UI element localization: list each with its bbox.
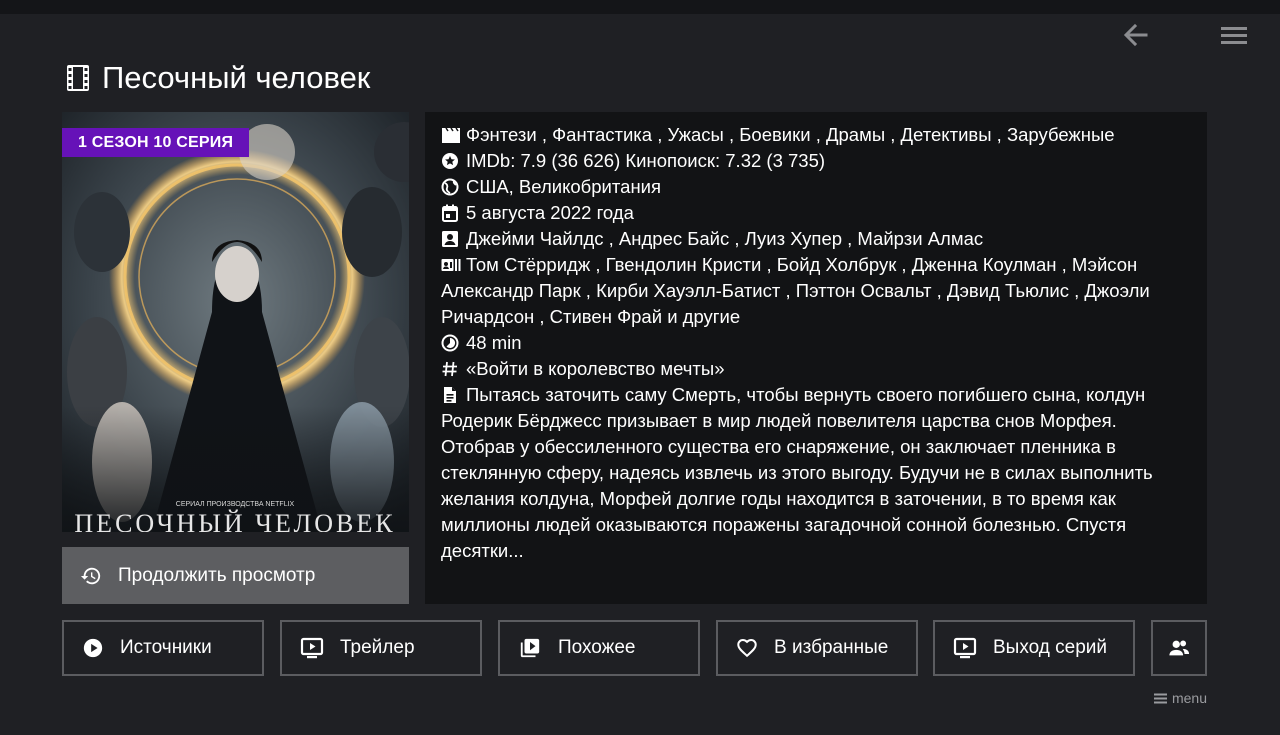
duration-row: 48 min	[441, 330, 1191, 356]
episodes-label: Выход серий	[993, 637, 1107, 658]
film-icon	[67, 65, 89, 91]
cast-text: Том Стёрридж , Гвендолин Кристи , Бойд Х…	[441, 254, 1150, 327]
release-date-row: 5 августа 2022 года	[441, 200, 1191, 226]
video-screen-icon	[300, 637, 324, 659]
ratings-text: IMDb: 7.9 (36 626) Кинопоиск: 7.32 (3 73…	[466, 150, 826, 171]
history-icon	[80, 567, 101, 584]
sources-label: Источники	[120, 637, 212, 658]
countries-text: США, Великобритания	[466, 176, 662, 197]
description-text: Пытаясь заточить саму Смерть, чтобы верн…	[441, 384, 1153, 561]
tagline-row: «Войти в королевство мечты»	[441, 356, 1191, 382]
poster-credit: СЕРИАЛ ПРОИЗВОДСТВА NETFLIX	[176, 501, 295, 508]
star-circle-icon	[442, 153, 458, 169]
hamburger-menu-button[interactable]	[1219, 22, 1249, 48]
trailer-button[interactable]: Трейлер	[280, 620, 482, 676]
episodes-schedule-button[interactable]: Выход серий	[933, 620, 1135, 676]
genres-text: Фэнтези , Фантастика , Ужасы , Боевики ,…	[466, 124, 1115, 145]
duration-text: 48 min	[466, 332, 522, 353]
similar-button[interactable]: Похожее	[498, 620, 700, 676]
sources-button[interactable]: Источники	[62, 620, 264, 676]
page-title: Песочный человек	[102, 60, 371, 95]
timelapse-icon	[441, 334, 459, 352]
video-library-icon	[520, 638, 540, 658]
calendar-icon	[442, 204, 458, 222]
poster-title: ПЕСОЧНЫЙ ЧЕЛОВЕК	[74, 509, 395, 532]
directors-row: Джейми Чайлдс , Андрес Байс , Луиз Хупер…	[441, 226, 1191, 252]
similar-label: Похожее	[558, 637, 636, 658]
release-date-text: 5 августа 2022 года	[466, 202, 634, 223]
genres-row: Фэнтези , Фантастика , Ужасы , Боевики ,…	[441, 122, 1191, 148]
poster-image: СЕРИАЛ ПРОИЗВОДСТВА NETFLIX ПЕСОЧНЫЙ ЧЕЛ…	[62, 112, 409, 532]
trailer-label: Трейлер	[340, 637, 415, 658]
cast-icon	[441, 259, 461, 271]
continue-watching-button[interactable]: Продолжить просмотр	[62, 547, 409, 604]
hashtag-icon	[442, 361, 457, 377]
heart-outline-icon	[737, 639, 757, 658]
clapperboard-icon	[442, 127, 460, 143]
tagline-text: «Войти в королевство мечты»	[466, 358, 725, 379]
document-icon	[444, 387, 456, 403]
season-episode-badge: 1 СЕЗОН 10 СЕРИЯ	[62, 128, 250, 157]
page-header: Песочный человек	[66, 58, 370, 98]
people-icon	[1169, 640, 1190, 656]
director-icon	[442, 231, 458, 247]
people-button[interactable]	[1151, 620, 1207, 676]
menu-small-icon	[1153, 693, 1167, 704]
countries-row: США, Великобритания	[441, 174, 1191, 200]
description-row: Пытаясь заточить саму Смерть, чтобы верн…	[441, 382, 1191, 564]
globe-icon	[441, 178, 459, 196]
menu-icon	[1221, 27, 1247, 44]
continue-watching-label: Продолжить просмотр	[118, 564, 316, 586]
favorites-label: В избранные	[774, 637, 889, 658]
menu-hint-label: menu	[1171, 690, 1207, 706]
ratings-row: IMDb: 7.9 (36 626) Кинопоиск: 7.32 (3 73…	[441, 148, 1191, 174]
add-to-favorites-button[interactable]: В избранные	[716, 620, 918, 676]
cast-row: Том Стёрридж , Гвендолин Кристи , Бойд Х…	[441, 252, 1191, 330]
back-button[interactable]	[1122, 22, 1150, 48]
arrow-left-icon	[1123, 23, 1148, 47]
directors-text: Джейми Чайлдс , Андрес Байс , Луиз Хупер…	[466, 228, 984, 249]
details-panel: Фэнтези , Фантастика , Ужасы , Боевики ,…	[425, 112, 1207, 604]
top-bar	[0, 0, 1280, 14]
menu-hint[interactable]: menu	[1153, 690, 1207, 706]
play-circle-icon	[83, 638, 103, 658]
video-screen-icon	[953, 637, 977, 659]
